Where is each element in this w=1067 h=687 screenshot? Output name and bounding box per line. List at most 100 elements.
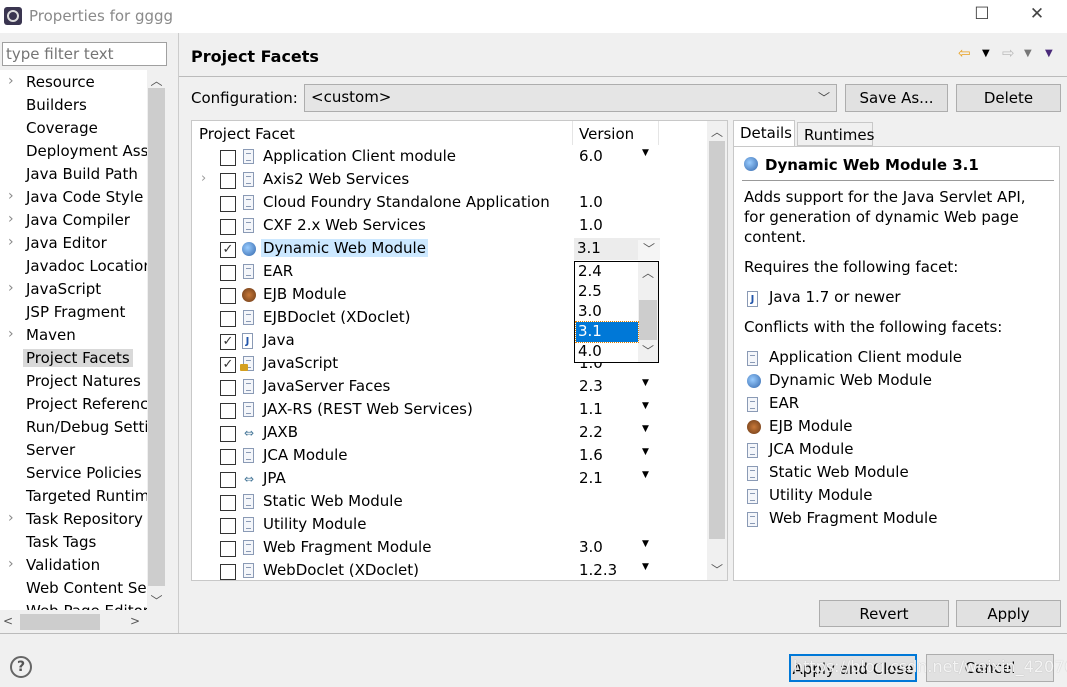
configuration-combo[interactable]: <custom> ﹀ (304, 84, 837, 112)
cancel-button[interactable]: Cancel (926, 654, 1054, 682)
facet-version[interactable]: 2.3 (579, 377, 603, 395)
column-header-facet[interactable]: Project Facet (199, 125, 295, 143)
forward-arrow-icon[interactable]: ⇨ (1002, 44, 1015, 62)
tab-details[interactable]: Details (733, 120, 795, 147)
pane-divider[interactable] (178, 33, 179, 633)
tree-item[interactable]: › Java Compiler (0, 209, 147, 232)
facet-checkbox[interactable] (220, 219, 236, 235)
dropdown-arrow-icon[interactable]: ▼ (642, 378, 649, 388)
facet-checkbox[interactable] (220, 311, 236, 327)
version-option[interactable]: 2.5 (576, 282, 638, 302)
expand-arrow-icon[interactable]: › (8, 510, 14, 526)
facet-checkbox[interactable] (220, 196, 236, 212)
expand-arrow-icon[interactable]: › (8, 73, 14, 89)
tree-item[interactable]: Web Content Settings (0, 577, 147, 600)
expand-arrow-icon[interactable]: › (201, 171, 206, 186)
facet-checkbox[interactable] (220, 380, 236, 396)
maximize-button[interactable]: ☐ (962, 4, 1002, 28)
dropdown-arrow-icon[interactable]: ▼ (642, 148, 649, 158)
facet-row[interactable]: JCA Module 1.6 ▼ (192, 445, 707, 468)
facet-version[interactable]: 1.6 (579, 446, 603, 464)
expand-arrow-icon[interactable]: › (8, 188, 14, 204)
tree-item[interactable]: Targeted Runtimes (0, 485, 147, 508)
view-menu-icon[interactable]: ▼ (1045, 48, 1053, 59)
version-combo[interactable]: 3.1 ﹀ (574, 238, 660, 260)
tab-runtimes[interactable]: Runtimes (797, 122, 874, 146)
scroll-down-icon[interactable]: ﹀ (707, 561, 727, 578)
tree-item[interactable]: Server (0, 439, 147, 462)
help-icon[interactable]: ? (10, 656, 32, 678)
tree-item[interactable]: Run/Debug Settings (0, 416, 147, 439)
tree-item[interactable]: Javadoc Location (0, 255, 147, 278)
facet-version[interactable]: 1.1 (579, 400, 603, 418)
facet-checkbox[interactable] (220, 472, 236, 488)
tree-item[interactable]: › Validation (0, 554, 147, 577)
scroll-up-icon[interactable]: ︿ (638, 264, 658, 281)
facet-version[interactable]: 1.2.3 (579, 561, 617, 579)
tree-item[interactable]: JSP Fragment (0, 301, 147, 324)
facet-checkbox[interactable]: ✓ (220, 357, 236, 373)
facet-checkbox[interactable] (220, 150, 236, 166)
facet-checkbox[interactable] (220, 541, 236, 557)
facet-checkbox[interactable] (220, 426, 236, 442)
facet-row[interactable]: Application Client module 6.0 ▼ (192, 146, 707, 169)
expand-arrow-icon[interactable]: › (8, 556, 14, 572)
facet-row[interactable]: Utility Module (192, 514, 707, 537)
facet-row[interactable]: Web Fragment Module 3.0 ▼ (192, 537, 707, 560)
tree-item[interactable]: › Java Code Style (0, 186, 147, 209)
facet-checkbox[interactable] (220, 564, 236, 580)
tree-item[interactable]: Web Page Editor (0, 600, 147, 610)
tree-horizontal-scrollbar[interactable]: < > (0, 612, 166, 632)
chevron-down-icon[interactable]: ﹀ (638, 240, 660, 260)
revert-button[interactable]: Revert (819, 600, 949, 627)
facet-version[interactable]: 1.0 (579, 193, 603, 211)
facet-row[interactable]: JavaServer Faces 2.3 ▼ (192, 376, 707, 399)
tree-item[interactable]: Coverage (0, 117, 147, 140)
facet-checkbox[interactable] (220, 288, 236, 304)
dropdown-arrow-icon[interactable]: ▼ (642, 424, 649, 434)
scroll-left-icon[interactable]: < (3, 614, 13, 628)
dropdown-arrow-icon[interactable]: ▼ (642, 447, 649, 457)
facet-row[interactable]: WebDoclet (XDoclet) 1.2.3 ▼ (192, 560, 707, 580)
tree-vertical-scrollbar[interactable]: ︿ ﹀ (147, 70, 166, 610)
expand-arrow-icon[interactable]: › (8, 326, 14, 342)
tree-item[interactable]: Project Facets (0, 347, 147, 370)
facet-checkbox[interactable]: ✓ (220, 334, 236, 350)
tree-item[interactable]: Project Natures (0, 370, 147, 393)
version-option[interactable]: 3.0 (576, 302, 638, 322)
facet-row[interactable]: ⇔ JPA 2.1 ▼ (192, 468, 707, 491)
tree-item[interactable]: Project References (0, 393, 147, 416)
scroll-up-icon[interactable]: ︿ (707, 123, 727, 140)
facet-checkbox[interactable] (220, 518, 236, 534)
hscroll-thumb[interactable] (20, 614, 100, 630)
scroll-thumb[interactable] (639, 300, 657, 340)
tree-item[interactable]: Builders (0, 94, 147, 117)
facet-checkbox[interactable] (220, 449, 236, 465)
facet-checkbox[interactable] (220, 265, 236, 281)
tree-item[interactable]: › Task Repository (0, 508, 147, 531)
scroll-up-icon[interactable]: ︿ (147, 72, 166, 89)
scroll-right-icon[interactable]: > (130, 614, 140, 628)
scroll-thumb[interactable] (148, 88, 165, 586)
facet-version[interactable]: 1.0 (579, 216, 603, 234)
tree-item[interactable]: › Java Editor (0, 232, 147, 255)
expand-arrow-icon[interactable]: › (8, 234, 14, 250)
tree-item[interactable]: Service Policies (0, 462, 147, 485)
dropdown-scrollbar[interactable]: ︿ ﹀ (638, 262, 658, 362)
expand-arrow-icon[interactable]: › (8, 211, 14, 227)
facet-checkbox[interactable] (220, 403, 236, 419)
expand-arrow-icon[interactable]: › (8, 280, 14, 296)
column-header-version[interactable]: Version (579, 125, 634, 143)
save-as-button[interactable]: Save As... (845, 84, 948, 112)
tree-item[interactable]: Deployment Assembly (0, 140, 147, 163)
facet-row[interactable]: ⇔ JAXB 2.2 ▼ (192, 422, 707, 445)
back-menu-icon[interactable]: ▼ (982, 48, 990, 59)
facet-row[interactable]: Static Web Module (192, 491, 707, 514)
table-vertical-scrollbar[interactable]: ︿ ﹀ (707, 121, 727, 580)
tree-item[interactable]: Java Build Path (0, 163, 147, 186)
filter-input[interactable] (2, 42, 167, 66)
facet-row[interactable]: Cloud Foundry Standalone Application 1.0 (192, 192, 707, 215)
facet-row[interactable]: › Axis2 Web Services (192, 169, 707, 192)
facet-checkbox[interactable] (220, 495, 236, 511)
delete-button[interactable]: Delete (956, 84, 1061, 112)
